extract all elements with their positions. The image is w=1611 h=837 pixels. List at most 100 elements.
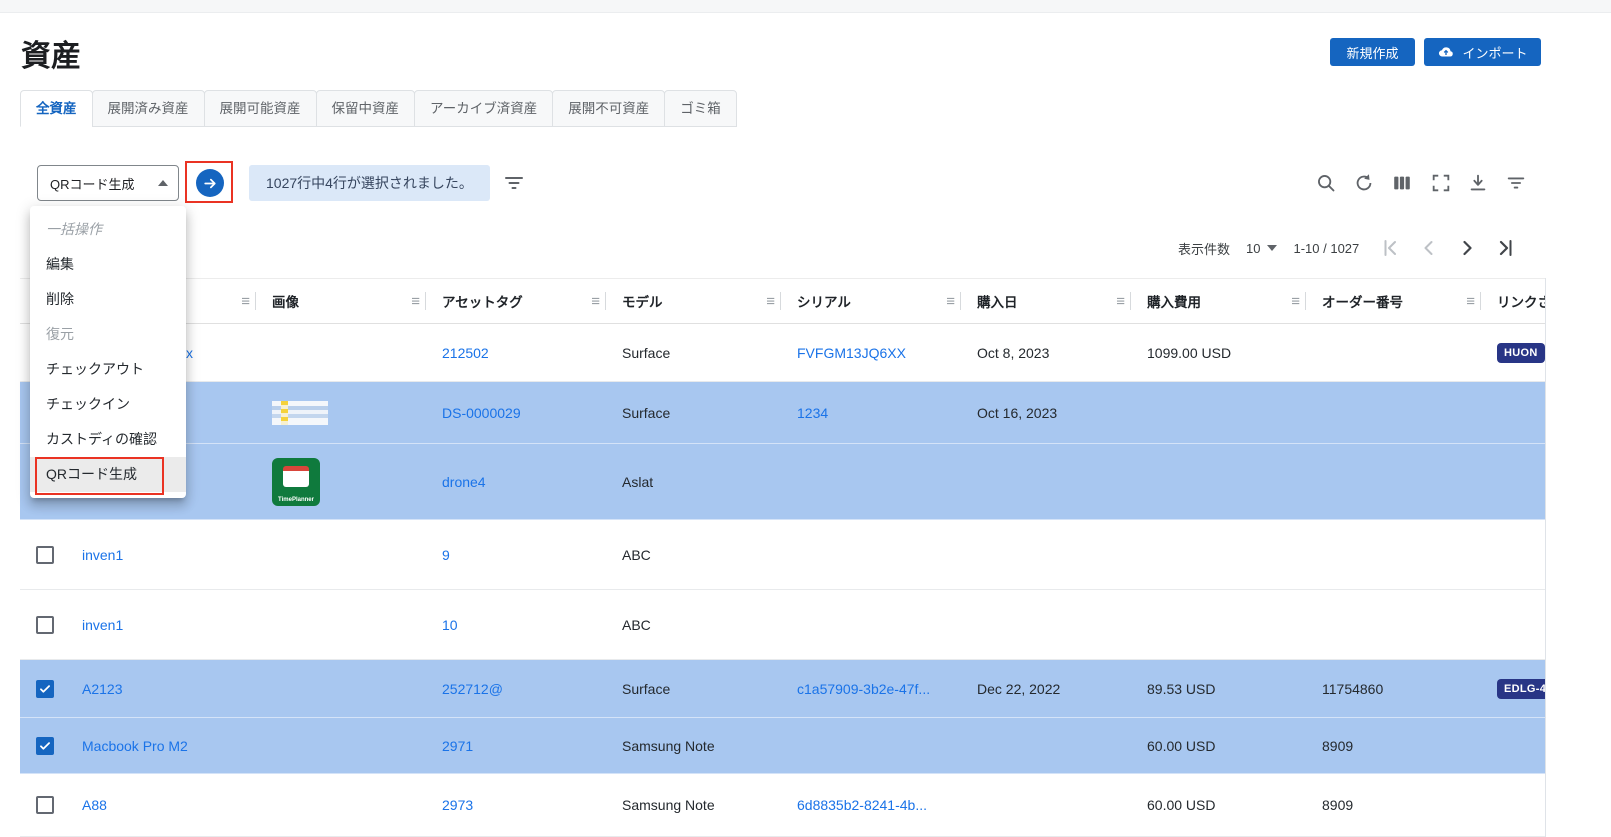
table-row[interactable]: A2123 252712@ Surface c1a57909-3b2e-47f.… bbox=[20, 660, 1546, 718]
chevron-up-icon bbox=[158, 180, 168, 186]
column-menu-icon[interactable]: ≡ bbox=[946, 293, 955, 310]
tab-undeployable-assets[interactable]: 展開不可資産 bbox=[552, 90, 665, 127]
asset-tag-link[interactable]: 9 bbox=[442, 547, 450, 563]
model-cell: ABC bbox=[622, 617, 651, 633]
bulk-action-submit-button[interactable] bbox=[196, 169, 224, 197]
asset-image[interactable]: TimePlanner bbox=[272, 458, 320, 506]
checkbox-cell bbox=[20, 520, 66, 589]
table-row[interactable]: Macbook Pro M2 2971 Samsung Note 60.00 U… bbox=[20, 718, 1546, 774]
menu-item-checkin[interactable]: チェックイン bbox=[30, 387, 186, 422]
tab-deployed-assets[interactable]: 展開済み資産 bbox=[92, 90, 205, 127]
purchase-cost-cell: 60.00 USD bbox=[1147, 797, 1215, 813]
column-menu-icon[interactable]: ≡ bbox=[1291, 293, 1300, 310]
row-checkbox[interactable] bbox=[36, 546, 54, 564]
pagination-bar: 表示件数 10 1-10 / 1027 bbox=[1178, 234, 1517, 262]
cloud-upload-icon bbox=[1437, 43, 1455, 61]
menu-item-delete[interactable]: 削除 bbox=[30, 282, 186, 317]
rows-per-page-select[interactable]: 10 bbox=[1246, 241, 1277, 256]
model-cell: Surface bbox=[622, 345, 670, 361]
sort-icon[interactable] bbox=[502, 171, 526, 195]
serial-link[interactable]: FVFGM13JQ6XX bbox=[797, 345, 906, 361]
fullscreen-icon[interactable] bbox=[1430, 172, 1452, 194]
image-cell bbox=[256, 324, 426, 381]
tab-pending-assets[interactable]: 保留中資産 bbox=[316, 90, 416, 127]
refresh-icon[interactable] bbox=[1353, 172, 1375, 194]
import-button[interactable]: インポート bbox=[1424, 38, 1541, 66]
column-menu-icon[interactable]: ≡ bbox=[411, 293, 420, 310]
column-menu-icon[interactable]: ≡ bbox=[1466, 293, 1475, 310]
download-icon[interactable] bbox=[1467, 172, 1489, 194]
tab-all-assets[interactable]: 全資産 bbox=[20, 90, 93, 127]
search-icon[interactable] bbox=[1315, 172, 1337, 194]
asset-tag-link[interactable]: 2973 bbox=[442, 797, 473, 813]
model-cell: Aslat bbox=[622, 474, 653, 490]
columns-icon[interactable] bbox=[1391, 172, 1413, 194]
asset-name-link[interactable]: inven1 bbox=[82, 547, 123, 563]
tab-bar: 全資産 展開済み資産 展開可能資産 保留中資産 アーカイブ済資産 展開不可資産 … bbox=[20, 90, 737, 127]
arrow-right-icon bbox=[202, 175, 219, 192]
column-menu-icon[interactable]: ≡ bbox=[766, 293, 775, 310]
purchase-date-cell: Dec 22, 2022 bbox=[977, 681, 1060, 697]
menu-item-generate-qr[interactable]: QRコード生成 bbox=[30, 457, 186, 492]
row-checkbox[interactable] bbox=[36, 680, 54, 698]
column-menu-icon[interactable]: ≡ bbox=[591, 293, 600, 310]
rows-per-page-value: 10 bbox=[1246, 241, 1260, 256]
table-row[interactable]: inven1 10 ABC bbox=[20, 590, 1546, 660]
checkbox-cell bbox=[20, 590, 66, 659]
menu-item-checkout[interactable]: チェックアウト bbox=[30, 352, 186, 387]
image-cell bbox=[256, 660, 426, 717]
asset-tag-link[interactable]: 252712@ bbox=[442, 681, 503, 697]
row-checkbox[interactable] bbox=[36, 796, 54, 814]
model-cell: Samsung Note bbox=[622, 738, 715, 754]
table-row[interactable]: inven1 9 ABC bbox=[20, 520, 1546, 590]
order-number-cell: 11754860 bbox=[1322, 681, 1383, 697]
tab-trash[interactable]: ゴミ箱 bbox=[664, 90, 737, 127]
header-order-number: オーダー番号≡ bbox=[1306, 279, 1481, 323]
asset-image[interactable] bbox=[272, 401, 328, 425]
image-cell bbox=[256, 520, 426, 589]
selection-status: 1027行中4行が選択されました。 bbox=[249, 165, 490, 201]
asset-name-link[interactable]: Macbook Pro M2 bbox=[82, 738, 188, 754]
rows-per-page-label: 表示件数 bbox=[1178, 239, 1230, 258]
asset-name-link[interactable]: A88 bbox=[82, 797, 107, 813]
tab-deployable-assets[interactable]: 展開可能資産 bbox=[204, 90, 317, 127]
image-cell bbox=[256, 590, 426, 659]
column-menu-icon[interactable]: ≡ bbox=[241, 293, 250, 310]
asset-tag-link[interactable]: DS-0000029 bbox=[442, 405, 521, 421]
menu-item-confirm-custody[interactable]: カストディの確認 bbox=[30, 422, 186, 457]
header-linked: リンクさ bbox=[1481, 279, 1546, 323]
asset-tag-link[interactable]: drone4 bbox=[442, 474, 486, 490]
table-row[interactable]: A88 2973 Samsung Note 6d8835b2-8241-4b..… bbox=[20, 774, 1546, 837]
table-row[interactable]: DS-0000029 Surface 1234 Oct 16, 2023 bbox=[20, 382, 1546, 444]
checkbox-cell bbox=[20, 774, 66, 836]
menu-item-edit[interactable]: 編集 bbox=[30, 247, 186, 282]
create-button[interactable]: 新規作成 bbox=[1330, 38, 1415, 66]
menu-item-restore: 復元 bbox=[30, 317, 186, 352]
model-cell: Surface bbox=[622, 405, 670, 421]
asset-tag-link[interactable]: 10 bbox=[442, 617, 458, 633]
serial-link[interactable]: 6d8835b2-8241-4b... bbox=[797, 797, 927, 813]
column-menu-icon[interactable]: ≡ bbox=[1116, 293, 1125, 310]
bulk-action-select[interactable]: QRコード生成 bbox=[37, 165, 179, 201]
row-checkbox[interactable] bbox=[36, 737, 54, 755]
row-checkbox[interactable] bbox=[36, 616, 54, 634]
filter-icon[interactable] bbox=[1505, 172, 1527, 194]
tab-archived-assets[interactable]: アーカイブ済資産 bbox=[414, 90, 553, 127]
asset-table: ≡ 画像≡ アセットタグ≡ モデル≡ シリアル≡ 購入日≡ 購入費用≡ オーダー… bbox=[20, 278, 1546, 837]
menu-item-bulk-operations: 一括操作 bbox=[30, 212, 186, 247]
header-model: モデル≡ bbox=[606, 279, 781, 323]
asset-tag-link[interactable]: 212502 bbox=[442, 345, 489, 361]
serial-link[interactable]: c1a57909-3b2e-47f... bbox=[797, 681, 930, 697]
last-page-icon[interactable] bbox=[1493, 236, 1517, 260]
purchase-cost-cell: 89.53 USD bbox=[1147, 681, 1215, 697]
asset-tag-link[interactable]: 2971 bbox=[442, 738, 473, 754]
header-purchase-cost: 購入費用≡ bbox=[1131, 279, 1306, 323]
asset-name-link[interactable]: A2123 bbox=[82, 681, 122, 697]
next-page-icon[interactable] bbox=[1455, 236, 1479, 260]
asset-name-link[interactable]: x bbox=[186, 345, 193, 361]
table-row[interactable]: x 212502 Surface FVFGM13JQ6XX Oct 8, 202… bbox=[20, 324, 1546, 382]
table-row[interactable]: TimePlanner drone4 Aslat bbox=[20, 444, 1546, 520]
asset-name-link[interactable]: inven1 bbox=[82, 617, 123, 633]
purchase-cost-cell: 60.00 USD bbox=[1147, 738, 1215, 754]
serial-link[interactable]: 1234 bbox=[797, 405, 828, 421]
